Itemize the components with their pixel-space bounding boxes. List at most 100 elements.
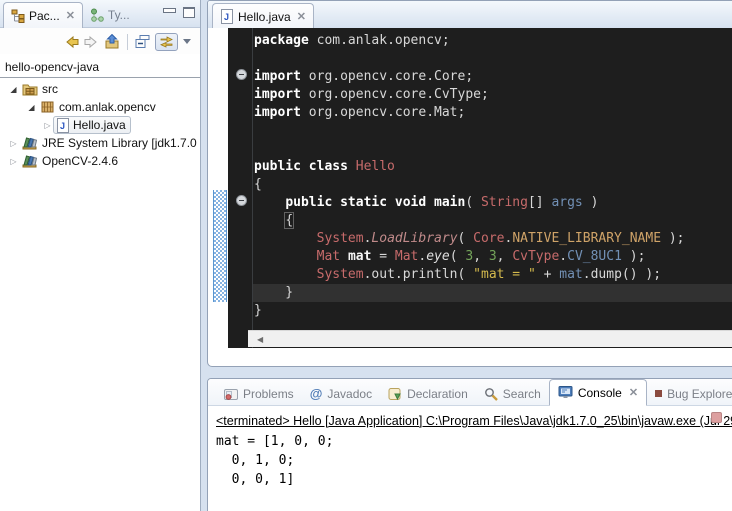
tree-separator <box>0 77 200 78</box>
project-tree: hello-opencv-java ◢ src ◢ com.anlak.open <box>0 54 200 170</box>
fold-marker-main[interactable] <box>236 195 247 206</box>
chevron-down-icon <box>183 39 191 44</box>
tab-hello-java[interactable]: J Hello.java ✕ <box>212 3 314 29</box>
code-line[interactable]: } <box>254 302 732 320</box>
library-icon <box>22 136 38 150</box>
package-explorer-toolbar <box>0 28 200 54</box>
code-token: org.opencv.core.Mat; <box>301 105 465 120</box>
code-token: Mat <box>317 249 340 264</box>
fold-marker-imports[interactable] <box>236 69 247 80</box>
code-token: String <box>481 195 528 210</box>
code-line[interactable] <box>254 50 732 68</box>
console-line: 0, 0, 1] <box>216 470 732 489</box>
forward-button[interactable] <box>84 35 99 49</box>
link-with-editor-icon <box>159 36 174 48</box>
close-icon[interactable]: ✕ <box>66 11 75 21</box>
code-line[interactable]: System.out.println( "mat = " + mat.dump(… <box>254 266 732 284</box>
code-line[interactable]: package com.anlak.opencv; <box>254 32 732 50</box>
tab-label: Hello.java <box>238 10 291 24</box>
code-token: org.opencv.core.CvType; <box>301 87 489 102</box>
back-arrow-icon <box>64 35 79 49</box>
code-token <box>254 213 285 228</box>
collapse-all-button[interactable] <box>135 34 150 49</box>
tab-label: Bug Explorer <box>667 387 732 401</box>
tree-item-jre-library[interactable]: ▷ JRE System Library [jdk1.7.0 <box>0 134 200 152</box>
tab-search[interactable]: Search <box>476 382 549 405</box>
tab-javadoc[interactable]: @ Javadoc <box>302 382 380 405</box>
go-up-button[interactable] <box>104 34 120 49</box>
code-token: public class <box>254 159 356 174</box>
tab-declaration[interactable]: Declaration <box>380 382 476 405</box>
declaration-icon <box>388 387 402 401</box>
expanded-arrow-icon[interactable]: ◢ <box>8 85 19 94</box>
code-token: package <box>254 33 309 48</box>
close-icon[interactable]: ✕ <box>297 12 306 22</box>
back-button[interactable] <box>64 35 79 49</box>
tab-type-hierarchy[interactable]: Ty... <box>83 3 137 27</box>
tree-item-hello-java[interactable]: ▷ J Hello.java <box>0 116 200 134</box>
console-line: 0, 1, 0; <box>216 451 732 470</box>
collapsed-arrow-icon[interactable]: ▷ <box>8 157 19 166</box>
code-line[interactable]: import org.opencv.core.CvType; <box>254 86 732 104</box>
close-icon[interactable]: ✕ <box>629 388 638 398</box>
library-icon <box>22 154 38 168</box>
minimize-view-icon[interactable] <box>163 8 176 13</box>
tab-bug-explorer[interactable]: Bug Explorer <box>647 382 732 405</box>
code-token: NATIVE_LIBRARY_NAME <box>512 231 661 246</box>
code-line[interactable]: { <box>254 212 732 230</box>
tree-item-package[interactable]: ◢ com.anlak.opencv <box>0 98 200 116</box>
code-line[interactable] <box>254 122 732 140</box>
tab-label: Ty... <box>108 8 130 22</box>
link-with-editor-button[interactable] <box>155 33 178 51</box>
search-icon <box>484 387 498 401</box>
code-token: , <box>497 249 513 264</box>
code-token: ); <box>622 249 645 264</box>
code-line[interactable]: Mat mat = Mat.eye( 3, 3, CvType.CV_8UC1 … <box>254 248 732 266</box>
code-token: 3 <box>489 249 497 264</box>
code-token: ( <box>465 195 481 210</box>
expanded-arrow-icon[interactable]: ◢ <box>26 103 37 112</box>
tab-problems[interactable]: Problems <box>216 382 302 405</box>
collapsed-arrow-icon[interactable]: ▷ <box>8 139 19 148</box>
project-label: hello-opencv-java <box>5 60 99 74</box>
code-line[interactable]: System.LoadLibrary( Core.NATIVE_LIBRARY_… <box>254 230 732 248</box>
code-token: { <box>254 177 262 192</box>
collapsed-arrow-icon[interactable]: ▷ <box>42 121 53 130</box>
tab-label: Console <box>578 386 622 400</box>
java-file-icon: J <box>220 9 234 24</box>
package-icon <box>40 100 55 114</box>
code-token: System <box>317 267 364 282</box>
code-token: Core <box>473 231 504 246</box>
code-token: CvType <box>512 249 559 264</box>
tree-item-src[interactable]: ◢ src <box>0 80 200 98</box>
horizontal-scrollbar[interactable]: ◀ <box>248 330 732 347</box>
tree-item-opencv-library[interactable]: ▷ OpenCV-2.4.6 <box>0 152 200 170</box>
bottom-tabstrip: Problems @ Javadoc Declaration Search <box>208 379 732 406</box>
code-token: Mat <box>395 249 418 264</box>
code-line[interactable]: public static void main( String[] args ) <box>254 194 732 212</box>
tab-package-explorer[interactable]: Pac... ✕ <box>3 2 83 28</box>
collapse-all-icon <box>135 34 150 49</box>
code-line[interactable] <box>254 140 732 158</box>
tree-item-label: JRE System Library [jdk1.7.0 <box>42 136 197 150</box>
code-line[interactable]: import org.opencv.core.Mat; <box>254 104 732 122</box>
code-token: = <box>371 249 394 264</box>
view-menu-button[interactable] <box>183 39 194 44</box>
terminate-button[interactable] <box>711 412 722 423</box>
maximize-view-icon[interactable] <box>183 7 195 18</box>
code-line[interactable]: import org.opencv.core.Core; <box>254 68 732 86</box>
code-editor-content[interactable]: package com.anlak.opencv; import org.open… <box>254 32 732 320</box>
tab-console[interactable]: Console ✕ <box>549 379 647 406</box>
scroll-left-icon[interactable]: ◀ <box>257 335 263 344</box>
code-line[interactable]: public class Hello <box>254 158 732 176</box>
problems-icon <box>224 387 238 401</box>
console-output[interactable]: mat = [1, 0, 0; 0, 1, 0; 0, 0, 1] <box>216 432 732 489</box>
tree-item-label: src <box>42 82 58 96</box>
tree-item-project[interactable]: hello-opencv-java <box>0 58 200 76</box>
code-line[interactable]: } <box>253 284 732 302</box>
code-line[interactable]: { <box>254 176 732 194</box>
code-token: LoadLibrary <box>371 231 457 246</box>
code-token: { <box>285 213 293 228</box>
console-line: mat = [1, 0, 0; <box>216 432 732 451</box>
code-editor[interactable]: package com.anlak.opencv; import org.open… <box>208 28 732 348</box>
